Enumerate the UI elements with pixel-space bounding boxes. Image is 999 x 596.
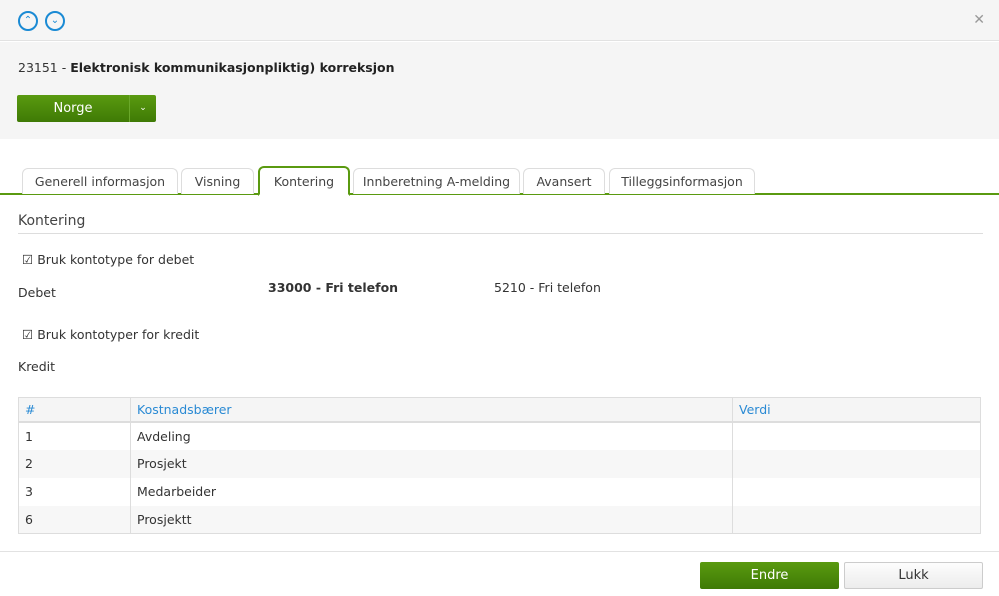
cell-kostnadsbaerer: Prosjektt	[130, 505, 733, 534]
cell-kostnadsbaerer: Prosjekt	[130, 449, 733, 478]
section-title: Kontering	[18, 213, 86, 229]
close-button[interactable]: Lukk	[844, 562, 983, 589]
debet-checkbox[interactable]: ☑ Bruk kontotype for debet	[22, 252, 194, 267]
cell-number: 2	[18, 449, 131, 478]
kredit-checkbox-label: Bruk kontotyper for kredit	[37, 327, 200, 342]
next-down-icon[interactable]: ⌄	[45, 11, 65, 31]
kredit-label: Kredit	[18, 359, 56, 374]
checkbox-checked-icon[interactable]: ☑	[22, 327, 33, 342]
cell-verdi[interactable]	[732, 505, 981, 534]
column-header-number[interactable]: #	[18, 397, 131, 423]
country-button-label[interactable]: Norge	[17, 95, 130, 122]
page-title: 23151 - Elektronisk kommunikasjonpliktig…	[18, 60, 395, 75]
item-id: 23151	[18, 60, 58, 75]
footer-divider	[0, 551, 999, 552]
tab-visning[interactable]: Visning	[181, 168, 254, 194]
cell-number: 6	[18, 505, 131, 534]
tab-kontering[interactable]: Kontering	[258, 166, 350, 196]
table-row[interactable]: 1 Avdeling	[18, 421, 981, 450]
previous-up-icon[interactable]: ⌃	[18, 11, 38, 31]
table-row[interactable]: 2 Prosjekt	[18, 449, 981, 478]
cell-kostnadsbaerer: Avdeling	[130, 421, 733, 450]
column-header-kostnadsbaerer[interactable]: Kostnadsbærer	[130, 397, 733, 423]
cell-number: 1	[18, 421, 131, 450]
cell-number: 3	[18, 477, 131, 506]
chevron-down-icon[interactable]: ⌄	[130, 95, 156, 122]
tab-tilleggsinformasjon[interactable]: Tilleggsinformasjon	[609, 168, 755, 194]
section-divider	[18, 233, 983, 234]
cell-kostnadsbaerer: Medarbeider	[130, 477, 733, 506]
cost-carrier-table: # Kostnadsbærer Verdi 1 Avdeling 2 Prosjek…	[18, 397, 981, 534]
close-icon[interactable]: ✕	[973, 12, 985, 28]
edit-button[interactable]: Endre	[700, 562, 839, 589]
tab-bar: Generell informasjon Visning Kontering I…	[0, 166, 999, 196]
table-row[interactable]: 3 Medarbeider	[18, 477, 981, 506]
kredit-checkbox[interactable]: ☑ Bruk kontotyper for kredit	[22, 327, 199, 342]
debet-label: Debet	[18, 285, 56, 300]
debet-checkbox-label: Bruk kontotype for debet	[37, 252, 195, 267]
tab-innberetning-a-melding[interactable]: Innberetning A-melding	[353, 168, 520, 194]
country-button[interactable]: Norge ⌄	[17, 95, 156, 122]
debet-account: 33000 - Fri telefon	[268, 280, 399, 295]
title-bar: 23151 - Elektronisk kommunikasjonpliktig…	[0, 42, 999, 139]
column-header-verdi[interactable]: Verdi	[732, 397, 981, 423]
debet-value: 5210 - Fri telefon	[494, 280, 601, 295]
top-bar: ⌃ ⌄ ✕	[0, 0, 999, 41]
cell-verdi[interactable]	[732, 449, 981, 478]
checkbox-checked-icon[interactable]: ☑	[22, 252, 33, 267]
cell-verdi[interactable]	[732, 421, 981, 450]
item-name: Elektronisk kommunikasjonpliktig) korrek…	[70, 60, 395, 75]
title-separator: -	[57, 60, 71, 75]
cell-verdi[interactable]	[732, 477, 981, 506]
tab-generell-informasjon[interactable]: Generell informasjon	[22, 168, 178, 194]
table-row[interactable]: 6 Prosjektt	[18, 505, 981, 534]
tab-avansert[interactable]: Avansert	[523, 168, 605, 194]
